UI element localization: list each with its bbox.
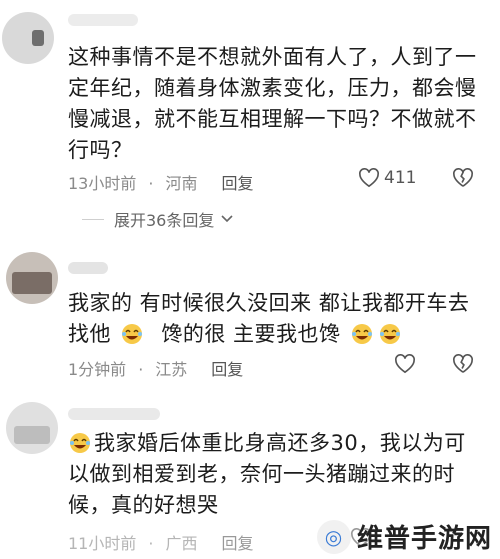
comment-location: 河南: [165, 174, 198, 193]
avatar[interactable]: [6, 402, 58, 454]
comment-location: 江苏: [155, 360, 188, 379]
reply-button[interactable]: 回复: [211, 360, 243, 379]
comment-text: 这种事情不是不想就外面有人了，人到了一定年纪，随着身体激素变化，压力，都会慢慢减…: [68, 45, 477, 162]
heart-icon: [395, 354, 415, 374]
dislike-button[interactable]: [452, 168, 474, 192]
laughing-emoji-icon: [122, 324, 143, 344]
laughing-emoji-icon: [379, 324, 400, 344]
like-button[interactable]: [394, 354, 416, 374]
heart-icon: [359, 168, 379, 188]
chevron-down-icon: [221, 215, 233, 223]
laughing-emoji-icon: [70, 433, 90, 453]
username-blurred: [68, 408, 160, 420]
comment-meta: 13小时前 · 河南 回复: [68, 174, 254, 193]
comment-meta: 1分钟前 · 江苏 回复: [68, 360, 244, 379]
avatar[interactable]: [6, 252, 58, 304]
expand-replies-button[interactable]: 展开36条回复: [82, 207, 234, 231]
comment-time: 1分钟前: [68, 360, 127, 379]
comment-text: 我家婚后体重比身高还多30，我以为可以做到相爱到老，奈何一头猪蹦过来的时候，真的…: [68, 431, 466, 517]
comment-location: 广西: [165, 534, 198, 553]
username-blurred: [68, 14, 138, 26]
like-count: 411: [384, 168, 417, 188]
watermark-text: 维普手游网: [356, 524, 492, 554]
site-watermark: ◎ 维普手游网: [316, 518, 492, 555]
comment-time: 11小时前: [68, 534, 137, 553]
broken-heart-icon: [453, 168, 473, 187]
avatar[interactable]: [2, 12, 54, 64]
comment-meta: 11小时前 · 广西 回复: [68, 534, 254, 553]
broken-heart-icon: [453, 354, 473, 373]
dislike-button[interactable]: [452, 354, 474, 378]
username-blurred: [68, 262, 108, 274]
comment-time: 13小时前: [68, 174, 137, 193]
laughing-emoji-icon: [351, 324, 372, 344]
reply-button[interactable]: 回复: [221, 174, 253, 193]
like-button[interactable]: 411: [358, 168, 416, 188]
comment-text: 我家的 有时候很久没回来 都让我都开车去找他 馋的很 主要我也馋: [68, 291, 470, 346]
expand-replies-label: 展开36条回复: [114, 211, 215, 230]
reply-button[interactable]: 回复: [221, 534, 253, 553]
logo-icon: ◎: [316, 519, 351, 554]
